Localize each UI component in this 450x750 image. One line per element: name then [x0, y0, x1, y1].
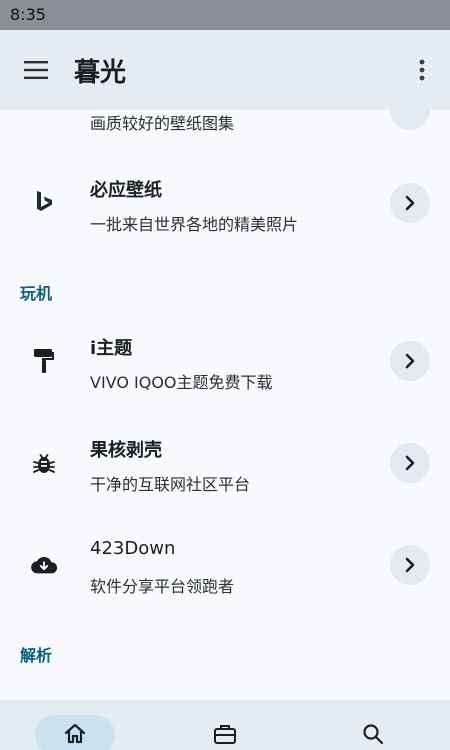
section-header-parse: 解析: [20, 646, 53, 665]
bing-icon: [30, 189, 58, 217]
more-options-button[interactable]: [410, 54, 434, 86]
chevron-right-icon: [405, 195, 415, 211]
open-button[interactable]: [390, 183, 430, 223]
chevron-right-icon: [405, 353, 415, 369]
bottom-navigation: [0, 700, 450, 750]
item-title: i主题: [90, 338, 133, 359]
section-header-play: 玩机: [20, 284, 53, 303]
search-icon: [363, 724, 384, 745]
cloud-download-icon: [30, 551, 58, 579]
open-button[interactable]: [390, 110, 430, 130]
status-bar: 8:35: [0, 0, 450, 30]
list-item-guohe[interactable]: 果核剥壳 干净的互联网社区平台: [0, 418, 450, 508]
nav-search[interactable]: [333, 715, 413, 750]
hamburger-menu-icon: [24, 61, 48, 79]
app-title: 暮光: [74, 57, 127, 88]
bug-icon: [30, 449, 58, 477]
content-list[interactable]: 画质较好的壁纸图集 必应壁纸 一批来自世界各地的精美照片 玩机 i主题 VIVO…: [0, 110, 450, 700]
status-time: 8:35: [10, 5, 46, 24]
chevron-right-icon: [405, 455, 415, 471]
item-title: 423Down: [90, 538, 176, 559]
app-bar: 暮光: [0, 30, 450, 110]
list-item-i-theme[interactable]: i主题 VIVO IQOO主题免费下载: [0, 316, 450, 406]
item-subtitle: VIVO IQOO主题免费下载: [90, 373, 273, 392]
list-item-partial[interactable]: 画质较好的壁纸图集: [0, 110, 450, 160]
item-subtitle: 一批来自世界各地的精美照片: [90, 215, 299, 234]
more-vert-icon: [419, 59, 425, 81]
open-button[interactable]: [390, 545, 430, 585]
menu-button[interactable]: [20, 54, 52, 86]
list-item-423down[interactable]: 423Down 软件分享平台领跑者: [0, 520, 450, 610]
nav-toolbox[interactable]: [185, 715, 265, 750]
open-button[interactable]: [390, 341, 430, 381]
nav-home[interactable]: [35, 715, 115, 750]
open-button[interactable]: [390, 443, 430, 483]
item-title: 必应壁纸: [90, 180, 162, 201]
item-subtitle: 画质较好的壁纸图集: [90, 114, 235, 133]
chevron-right-icon: [405, 557, 415, 573]
item-subtitle: 干净的互联网社区平台: [90, 475, 251, 494]
list-item-bing-wallpaper[interactable]: 必应壁纸 一批来自世界各地的精美照片: [0, 158, 450, 248]
toolbox-icon: [214, 725, 236, 744]
item-title: 果核剥壳: [90, 440, 162, 461]
paint-roller-icon: [30, 347, 58, 375]
home-icon: [64, 723, 86, 744]
item-subtitle: 软件分享平台领跑者: [90, 577, 235, 596]
